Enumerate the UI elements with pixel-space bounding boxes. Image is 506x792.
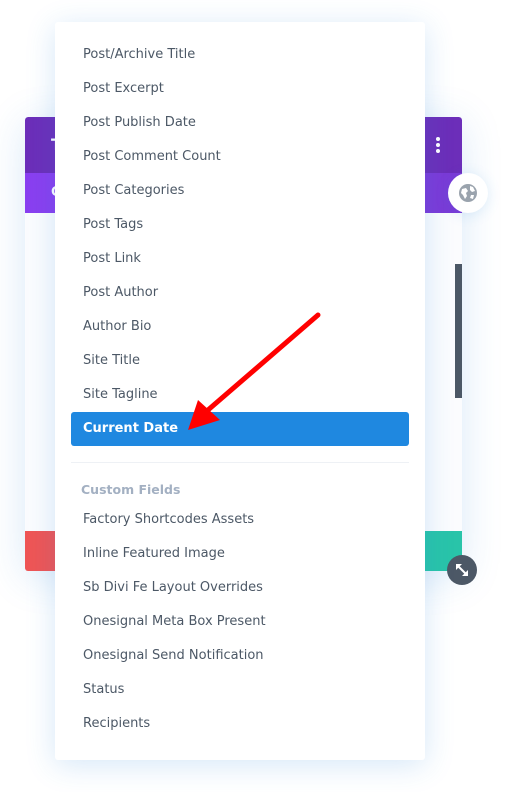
menu-item-onesignal-meta-box-present[interactable]: Onesignal Meta Box Present <box>71 605 409 639</box>
menu-item-status[interactable]: Status <box>71 673 409 707</box>
modal-scrollbar[interactable] <box>455 264 462 398</box>
custom-fields-list: Factory Shortcodes Assets Inline Feature… <box>55 503 425 741</box>
globe-icon <box>459 184 477 202</box>
menu-item-inline-featured-image[interactable]: Inline Featured Image <box>71 537 409 571</box>
menu-item-current-date[interactable]: Current Date <box>71 412 409 446</box>
menu-item-recipients[interactable]: Recipients <box>71 707 409 741</box>
menu-item-post-tags[interactable]: Post Tags <box>71 208 409 242</box>
menu-item-factory-shortcodes-assets[interactable]: Factory Shortcodes Assets <box>71 503 409 537</box>
menu-item-post-link[interactable]: Post Link <box>71 242 409 276</box>
resize-arrows-icon <box>456 564 468 576</box>
menu-item-site-tagline[interactable]: Site Tagline <box>71 378 409 412</box>
custom-fields-group-label: Custom Fields <box>81 482 181 497</box>
menu-item-post-publish-date[interactable]: Post Publish Date <box>71 106 409 140</box>
menu-item-site-title[interactable]: Site Title <box>71 344 409 378</box>
dynamic-content-menu: Post/Archive Title Post Excerpt Post Pub… <box>55 22 425 760</box>
menu-item-sb-divi-fe-layout-overrides[interactable]: Sb Divi Fe Layout Overrides <box>71 571 409 605</box>
menu-item-post-author[interactable]: Post Author <box>71 276 409 310</box>
menu-item-post-categories[interactable]: Post Categories <box>71 174 409 208</box>
menu-item-post-excerpt[interactable]: Post Excerpt <box>71 72 409 106</box>
menu-item-post-archive-title[interactable]: Post/Archive Title <box>71 38 409 72</box>
resize-button[interactable] <box>447 555 477 585</box>
menu-item-post-comment-count[interactable]: Post Comment Count <box>71 140 409 174</box>
menu-item-author-bio[interactable]: Author Bio <box>71 310 409 344</box>
menu-item-onesignal-send-notification[interactable]: Onesignal Send Notification <box>71 639 409 673</box>
dynamic-content-button[interactable] <box>448 173 488 213</box>
more-options-icon[interactable] <box>436 137 440 153</box>
menu-divider <box>71 462 409 463</box>
dynamic-content-list: Post/Archive Title Post Excerpt Post Pub… <box>55 22 425 446</box>
